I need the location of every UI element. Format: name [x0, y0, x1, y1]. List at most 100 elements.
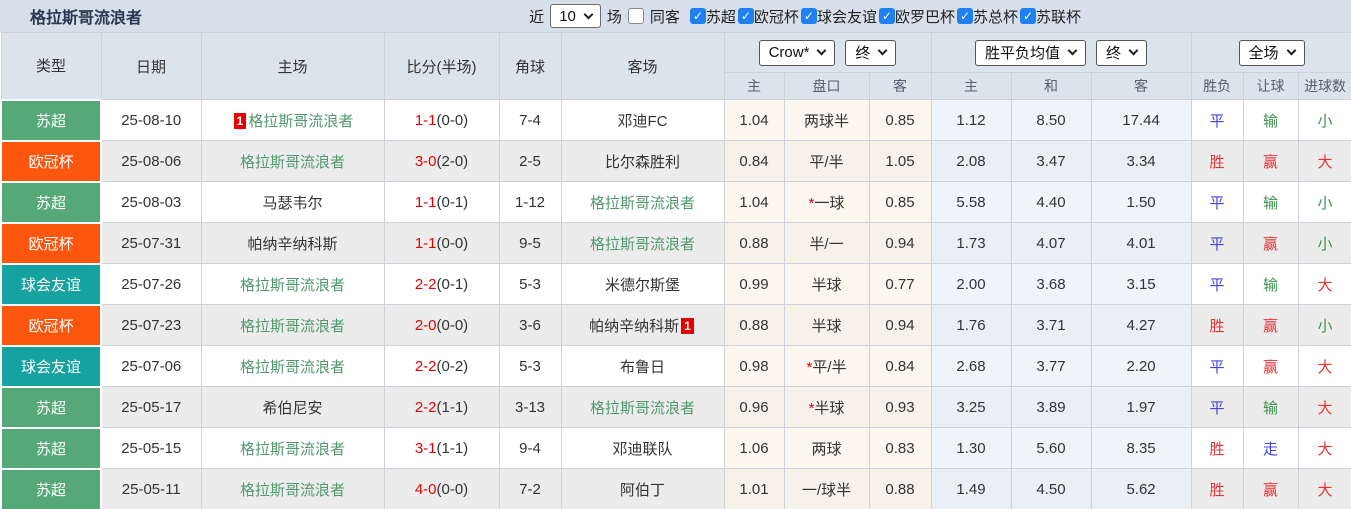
handicap-text: 一球 [814, 194, 845, 212]
bookmaker-select[interactable]: Crow* [758, 39, 836, 66]
mean-home-odds: 1.12 [930, 99, 1012, 141]
col-header-date: 日期 [100, 32, 202, 100]
handicap-text: 半/一 [809, 235, 844, 253]
date-cell: 25-05-15 [100, 427, 202, 469]
result-goals: 小 [1297, 222, 1351, 264]
subcol-outcome: 胜负 [1190, 72, 1244, 100]
league-filter-label[interactable]: 欧罗巴杯 [895, 6, 955, 27]
league-filter-group: ✓ 苏超 ✓ 欧冠杯 ✓ 球会友谊 ✓ 欧罗巴杯 ✓ 苏总杯 ✓ 苏联杯 [689, 6, 1083, 27]
match-row: 苏超 25-08-03 马瑟韦尔 1-1(0-1) 1-12 格拉斯哥流浪者 1.04 *一球… [0, 180, 1351, 224]
half-time-score: (0-0) [436, 234, 469, 252]
league-filter-label[interactable]: 苏联杯 [1036, 6, 1081, 27]
league-filter-label[interactable]: 欧冠杯 [754, 6, 799, 27]
handicap-home-odds: 1.01 [723, 468, 785, 509]
near-label: 近 [529, 8, 545, 26]
league-type-badge: 欧冠杯 [0, 221, 102, 265]
home-team-name: 帕纳辛纳科斯 [247, 235, 338, 253]
match-count-value: 10 [559, 7, 576, 25]
full-time-score: 2-2 [414, 357, 437, 375]
home-team-name: 希伯尼安 [262, 399, 323, 417]
half-time-score: (0-2) [436, 357, 469, 375]
mean-home-odds: 1.30 [930, 427, 1012, 469]
league-filter-label[interactable]: 苏总杯 [973, 6, 1018, 27]
league-filter-checkbox[interactable]: ✓ [956, 8, 973, 24]
mean-away-odds: 3.34 [1090, 140, 1192, 182]
same-away-checkbox[interactable] [627, 8, 644, 24]
handicap-away-odds: 0.94 [868, 222, 932, 264]
toolbar: 格拉斯哥流浪者 近 10 场 同客 ✓ 苏超 ✓ 欧冠杯 ✓ 球会友谊 ✓ 欧罗巴杯 ✓ 苏总杯 ✓… [0, 0, 1351, 32]
full-time-score: 1-1 [414, 234, 437, 252]
mean-away-odds: 4.01 [1090, 222, 1192, 264]
result-goals: 小 [1297, 181, 1351, 223]
handicap-home-odds: 1.04 [723, 99, 785, 141]
result-group-header: 全场 [1190, 32, 1351, 73]
odds-final-select[interactable]: 终 [845, 39, 897, 66]
league-filter-label[interactable]: 球会友谊 [817, 6, 877, 27]
mean-home-odds: 3.25 [930, 386, 1012, 428]
away-team-cell: 米德尔斯堡 [560, 263, 725, 305]
result-handicap: 赢 [1242, 345, 1299, 387]
match-count-select[interactable]: 10 [550, 4, 601, 28]
handicap-home-odds: 0.84 [723, 140, 785, 182]
mean-away-odds: 8.35 [1090, 427, 1192, 469]
league-filter-checkbox[interactable]: ✓ [800, 8, 817, 24]
half-time-score: (1-1) [436, 398, 469, 416]
league-type-badge: 欧冠杯 [0, 139, 102, 183]
home-team-cell: 格拉斯哥流浪者 [200, 468, 385, 509]
same-away-label[interactable]: 同客 [650, 6, 680, 27]
result-handicap: 赢 [1242, 304, 1299, 346]
match-row: 欧冠杯 25-07-23 格拉斯哥流浪者 2-0(0-0) 3-6 帕纳辛纳科斯 1 0.88… [0, 303, 1351, 347]
checkmark-icon: ✓ [881, 9, 892, 23]
handicap-home-odds: 0.88 [723, 222, 785, 264]
mean-home-odds: 1.73 [930, 222, 1012, 264]
corners-cell: 3-13 [498, 386, 562, 428]
handicap-text: 半球 [814, 399, 845, 417]
col-header-home: 主场 [200, 32, 385, 100]
date-cell: 25-08-06 [100, 140, 202, 182]
league-filter-checkbox[interactable]: ✓ [689, 8, 706, 24]
date-cell: 25-08-03 [100, 181, 202, 223]
away-team-cell: 邓迪联队 [560, 427, 725, 469]
result-outcome: 平 [1190, 99, 1244, 141]
full-match-select[interactable]: 全场 [1238, 39, 1305, 66]
full-time-score: 2-0 [414, 316, 437, 334]
league-filter-checkbox[interactable]: ✓ [1019, 8, 1036, 24]
league-type-badge: 球会友谊 [0, 344, 102, 388]
league-filter-label[interactable]: 苏超 [706, 6, 736, 27]
corners-cell: 5-3 [498, 345, 562, 387]
handicap-away-odds: 0.88 [868, 468, 932, 509]
corners-cell: 1-12 [498, 181, 562, 223]
handicap-text: 平/半 [809, 153, 844, 171]
result-outcome: 平 [1190, 345, 1244, 387]
league-filter-checkbox[interactable]: ✓ [878, 8, 895, 24]
match-row: 欧冠杯 25-07-31 帕纳辛纳科斯 1-1(0-0) 9-5 格拉斯哥流浪者 0.88 半… [0, 221, 1351, 265]
col-header-type: 类型 [0, 32, 102, 100]
corners-cell: 5-3 [498, 263, 562, 305]
handicap-line: *一球 [783, 181, 870, 223]
home-team-name: 格拉斯哥流浪者 [239, 358, 345, 376]
score-cell: 3-0(2-0) [383, 140, 500, 182]
match-row: 苏超 25-08-10 1 格拉斯哥流浪者 1-1(0-0) 7-4 邓迪FC 1.04 两球半… [0, 98, 1351, 142]
handicap-line: 两球 [783, 427, 870, 469]
home-team-cell: 1 格拉斯哥流浪者 [200, 99, 385, 141]
mean-draw-odds: 4.50 [1010, 468, 1092, 509]
half-time-score: (0-0) [436, 480, 469, 498]
away-team-cell: 格拉斯哥流浪者 [560, 386, 725, 428]
match-row: 苏超 25-05-17 希伯尼安 2-2(1-1) 3-13 格拉斯哥流浪者 0.96 *半球… [0, 385, 1351, 429]
result-handicap: 走 [1242, 427, 1299, 469]
mean-draw-odds: 3.68 [1010, 263, 1092, 305]
league-filter-checkbox[interactable]: ✓ [737, 8, 754, 24]
half-time-score: (0-1) [436, 275, 469, 293]
home-team-name: 格拉斯哥流浪者 [239, 481, 345, 499]
date-cell: 25-07-31 [100, 222, 202, 264]
full-time-score: 1-1 [414, 111, 437, 129]
mean-odds-select[interactable]: 胜平负均值 [975, 39, 1087, 66]
result-goals: 大 [1297, 140, 1351, 182]
away-team-name: 帕纳辛纳科斯 [589, 317, 680, 335]
chevron-down-icon [1286, 45, 1297, 56]
mean-draw-odds: 8.50 [1010, 99, 1092, 141]
away-team-cell: 格拉斯哥流浪者 [560, 181, 725, 223]
result-goals: 大 [1297, 263, 1351, 305]
mean-away-odds: 4.27 [1090, 304, 1192, 346]
mean-final-select[interactable]: 终 [1096, 39, 1148, 66]
